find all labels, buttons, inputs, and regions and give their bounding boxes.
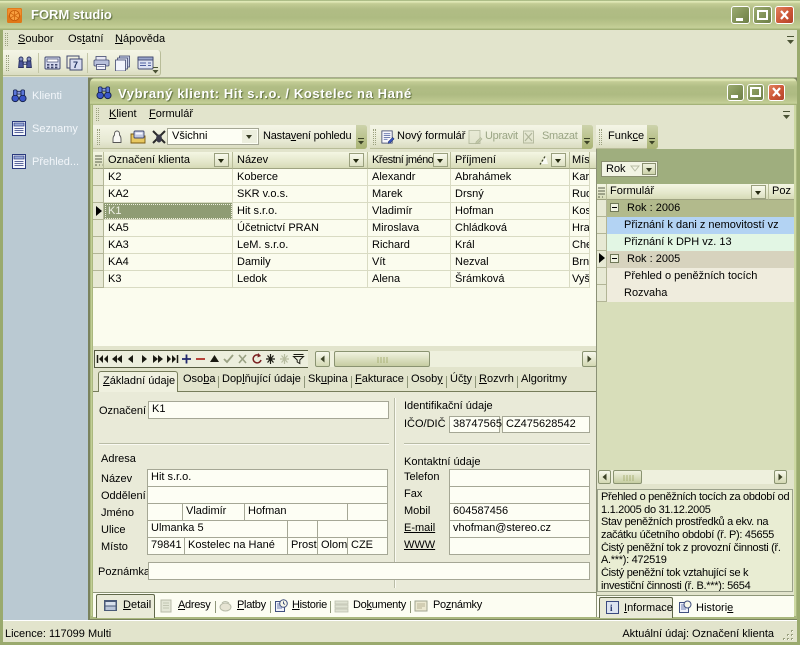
svg-text:7: 7 — [73, 60, 78, 70]
